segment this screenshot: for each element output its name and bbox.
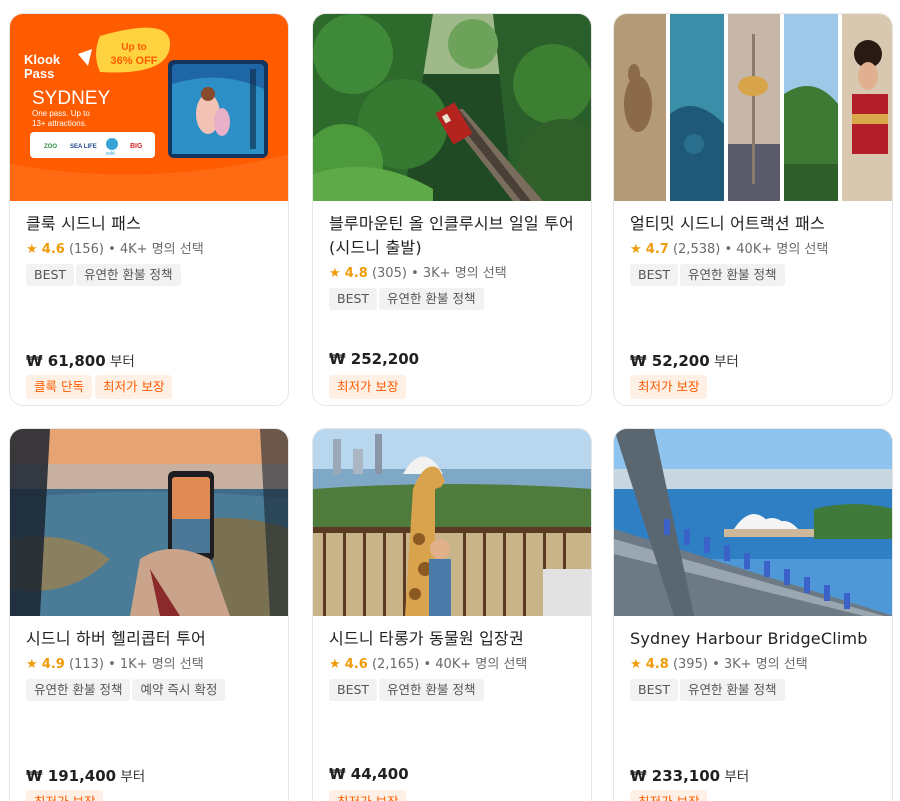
activity-card-bridgeclimb[interactable]: Sydney Harbour BridgeClimb ★ 4.8 (395) •… (613, 428, 893, 801)
review-count: (2,538) (672, 242, 721, 257)
card-image[interactable] (313, 429, 591, 616)
tagline-2: 13+ attractions. (32, 119, 87, 128)
sealife-logo: SEA LIFE (70, 144, 97, 150)
rating-score: 4.6 (41, 242, 65, 257)
price-suffix: 부터 (116, 769, 146, 785)
rating-score: 4.8 (344, 266, 368, 281)
star-icon: ★ (630, 657, 642, 672)
activity-card-ultimate-pass[interactable]: 얼티밋 시드니 어트랙션 패스 ★ 4.7 (2,538) • 40K+ 명의 … (613, 13, 893, 406)
rating-score: 4.8 (645, 657, 669, 672)
rating-score: 4.9 (41, 657, 65, 672)
price-suffix: 부터 (709, 354, 739, 370)
price-value: ₩ 52,200 (630, 352, 710, 370)
tag-best: BEST (630, 264, 679, 286)
booked-count: • 40K+ 명의 선택 (720, 242, 829, 257)
card-price: ₩ 52,200 부터 (630, 350, 739, 370)
rating-score: 4.7 (645, 242, 669, 257)
tagline-1: One pass. Up to (32, 109, 90, 118)
card-rating: ★ 4.6 (156) • 4K+ 명의 선택 (26, 240, 274, 260)
price-value: ₩ 61,800 (26, 352, 106, 370)
card-image[interactable] (10, 429, 288, 616)
activity-card-helicopter-tour[interactable]: 시드니 하버 헬리콥터 투어 ★ 4.9 (113) • 1K+ 명의 선택 유… (9, 428, 289, 801)
pass-brand-text: Pass (24, 66, 54, 81)
card-image[interactable] (614, 14, 892, 201)
price-suffix: 부터 (105, 354, 135, 370)
badge-best-price: 최저가 보장 (630, 790, 708, 801)
booked-count: • 4K+ 명의 선택 (103, 242, 204, 257)
rating-score: 4.6 (344, 657, 368, 672)
klook-brand-text: Klook (24, 52, 61, 67)
price-value: ₩ 252,200 (329, 350, 420, 368)
card-title[interactable]: 시드니 타롱가 동물원 입장권 (329, 627, 577, 651)
tag-refund: 유연한 환불 정책 (26, 679, 131, 701)
card-rating: ★ 4.8 (305) • 3K+ 명의 선택 (329, 264, 577, 284)
activity-card-klook-sydney-pass[interactable]: Klook Pass Up to 36% OFF SYDNEY One pass… (9, 13, 289, 406)
price-value: ₩ 191,400 (26, 767, 117, 785)
card-price: ₩ 44,400 (329, 765, 409, 783)
star-icon: ★ (329, 266, 341, 281)
badge-exclusive: 클룩 단독 (26, 375, 92, 399)
card-rating: ★ 4.9 (113) • 1K+ 명의 선택 (26, 655, 274, 675)
booked-count: • 3K+ 명의 선택 (707, 657, 808, 672)
star-icon: ★ (329, 657, 341, 672)
badge-best-price: 최저가 보장 (26, 790, 104, 801)
review-count: (2,165) (371, 657, 420, 672)
card-image[interactable] (614, 429, 892, 616)
card-price: ₩ 233,100 부터 (630, 765, 749, 785)
tag-best: BEST (329, 679, 378, 701)
price-suffix: 부터 (720, 769, 750, 785)
review-count: (305) (371, 266, 407, 281)
tag-refund: 유연한 환불 정책 (680, 264, 785, 286)
card-image[interactable]: Klook Pass Up to 36% OFF SYDNEY One pass… (10, 14, 288, 201)
card-title[interactable]: 시드니 하버 헬리콥터 투어 (26, 627, 274, 651)
card-title[interactable]: Sydney Harbour BridgeClimb (630, 627, 878, 651)
card-rating: ★ 4.6 (2,165) • 40K+ 명의 선택 (329, 655, 577, 675)
activity-card-grid: Klook Pass Up to 36% OFF SYDNEY One pass… (0, 0, 900, 801)
card-price: ₩ 61,800 부터 (26, 350, 135, 370)
tag-best: BEST (26, 264, 75, 286)
booked-count: • 3K+ 명의 선택 (406, 266, 507, 281)
tag-refund: 유연한 환불 정책 (379, 679, 484, 701)
card-price: ₩ 252,200 (329, 350, 419, 368)
badge-best-price: 최저가 보장 (329, 375, 407, 399)
wild-logo: wild (106, 151, 115, 157)
tag-best: BEST (329, 288, 378, 310)
card-rating: ★ 4.7 (2,538) • 40K+ 명의 선택 (630, 240, 878, 260)
price-value: ₩ 233,100 (630, 767, 721, 785)
badge-best-price: 최저가 보장 (94, 375, 173, 399)
wild-life-logo-icon (106, 138, 118, 150)
badge-best-price: 최저가 보장 (630, 375, 708, 399)
card-rating: ★ 4.8 (395) • 3K+ 명의 선택 (630, 655, 878, 675)
review-count: (113) (68, 657, 104, 672)
sydney-text: SYDNEY (32, 88, 110, 109)
star-icon: ★ (26, 242, 38, 257)
booked-count: • 1K+ 명의 선택 (103, 657, 204, 672)
activity-card-taronga-zoo[interactable]: 시드니 타롱가 동물원 입장권 ★ 4.6 (2,165) • 40K+ 명의 … (312, 428, 592, 801)
big-bus-logo: BIG (130, 143, 143, 150)
tag-refund: 유연한 환불 정책 (76, 264, 181, 286)
card-title[interactable]: 얼티밋 시드니 어트랙션 패스 (630, 212, 878, 236)
price-value: ₩ 44,400 (329, 765, 409, 783)
card-price: ₩ 191,400 부터 (26, 765, 145, 785)
review-count: (156) (68, 242, 104, 257)
star-icon: ★ (630, 242, 642, 257)
tag-best: BEST (630, 679, 679, 701)
activity-card-blue-mountains[interactable]: 블루마운틴 올 인클루시브 일일 투어 (시드니 출발) ★ 4.8 (305)… (312, 13, 592, 406)
promo-upto-text: Up to (121, 42, 147, 53)
star-icon: ★ (26, 657, 38, 672)
badge-best-price: 최저가 보장 (329, 790, 407, 801)
zoo-logo: ZOO (44, 144, 57, 150)
card-title[interactable]: 클룩 시드니 패스 (26, 212, 274, 236)
promo-discount-text: 36% OFF (110, 55, 157, 67)
card-image[interactable] (313, 14, 591, 201)
booked-count: • 40K+ 명의 선택 (419, 657, 528, 672)
tag-refund: 유연한 환불 정책 (379, 288, 484, 310)
tag-refund: 유연한 환불 정책 (680, 679, 785, 701)
card-title[interactable]: 블루마운틴 올 인클루시브 일일 투어 (시드니 출발) (329, 212, 577, 260)
review-count: (395) (672, 657, 708, 672)
tag-instant-confirm: 예약 즉시 확정 (132, 679, 226, 701)
